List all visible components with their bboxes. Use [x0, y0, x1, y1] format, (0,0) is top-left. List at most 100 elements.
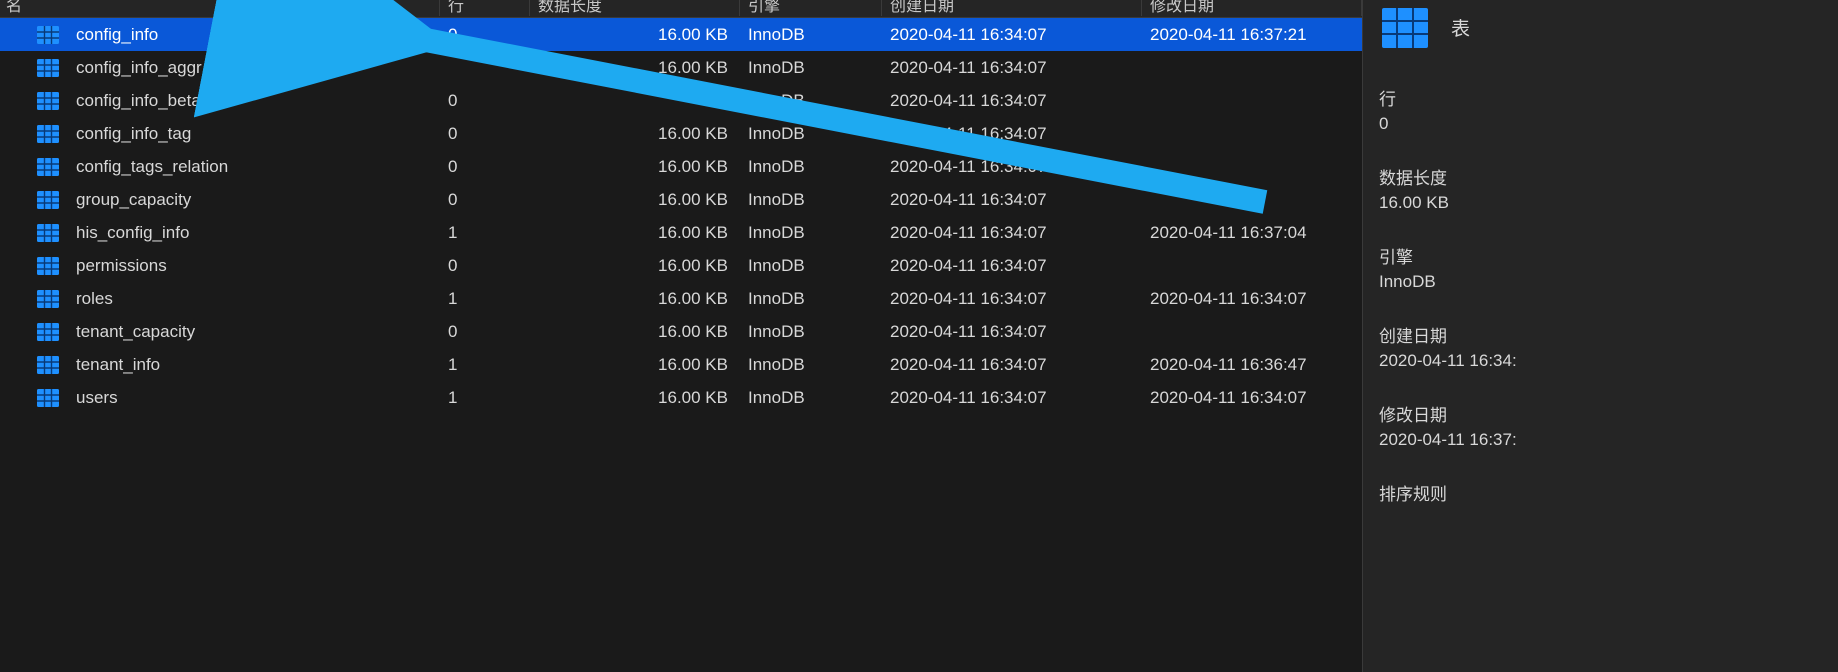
table-row[interactable]: roles 1 16.00 KB InnoDB 2020-04-11 16:34…	[0, 282, 1362, 315]
cell-rows: 0	[440, 124, 530, 144]
table-name: tenant_info	[76, 355, 160, 375]
cell-data-length: 16.00 KB	[530, 355, 740, 375]
cell-rows: 1	[440, 388, 530, 408]
cell-engine: InnoDB	[740, 223, 882, 243]
cell-engine: InnoDB	[740, 322, 882, 342]
cell-data-length: 16.00 KB	[530, 124, 740, 144]
cell-engine: InnoDB	[740, 256, 882, 276]
cell-modified: 2020-04-11 16:37:04	[1142, 223, 1362, 243]
table-icon	[36, 23, 60, 47]
details-label-created: 创建日期	[1379, 322, 1822, 347]
cell-data-length: 16.00 KB	[530, 388, 740, 408]
table-icon	[36, 287, 60, 311]
cell-modified: 2020-04-11 16:34:07	[1142, 289, 1362, 309]
table-icon	[36, 56, 60, 80]
table-icon	[1381, 4, 1429, 52]
table-row[interactable]: config_info_beta 0 InnoDB 2020-04-11 16:…	[0, 84, 1362, 117]
cell-rows: 0	[440, 91, 530, 111]
cell-created: 2020-04-11 16:34:07	[882, 256, 1142, 276]
table-row[interactable]: users 1 16.00 KB InnoDB 2020-04-11 16:34…	[0, 381, 1362, 414]
table-row[interactable]: config_info 0 16.00 KB InnoDB 2020-04-11…	[0, 18, 1362, 51]
details-value-modified: 2020-04-11 16:37:	[1379, 430, 1822, 450]
table-icon	[36, 320, 60, 344]
cell-data-length: 16.00 KB	[530, 25, 740, 45]
cell-rows: 0	[440, 256, 530, 276]
cell-created: 2020-04-11 16:34:07	[882, 355, 1142, 375]
table-name: permissions	[76, 256, 167, 276]
table-row[interactable]: group_capacity 0 16.00 KB InnoDB 2020-04…	[0, 183, 1362, 216]
table-header: 名 行 数据长度 引擎 创建日期 修改日期	[0, 0, 1362, 18]
cell-engine: InnoDB	[740, 58, 882, 78]
details-label-datalen: 数据长度	[1379, 164, 1822, 189]
col-created[interactable]: 创建日期	[882, 0, 1142, 16]
cell-data-length: 16.00 KB	[530, 223, 740, 243]
cell-created: 2020-04-11 16:34:07	[882, 190, 1142, 210]
details-value-created: 2020-04-11 16:34:	[1379, 351, 1822, 371]
table-icon	[36, 386, 60, 410]
table-icon	[36, 122, 60, 146]
cell-created: 2020-04-11 16:34:07	[882, 289, 1142, 309]
details-value-rows: 0	[1379, 114, 1822, 134]
cell-rows: 0	[440, 25, 530, 45]
table-name: config_info_tag	[76, 124, 191, 144]
cell-rows: 1	[440, 223, 530, 243]
table-row[interactable]: tenant_capacity 0 16.00 KB InnoDB 2020-0…	[0, 315, 1362, 348]
cell-engine: InnoDB	[740, 388, 882, 408]
details-pane: 表 行 0 数据长度 16.00 KB 引擎 InnoDB 创建日期 2020-…	[1362, 0, 1838, 672]
table-row[interactable]: permissions 0 16.00 KB InnoDB 2020-04-11…	[0, 249, 1362, 282]
table-name: roles	[76, 289, 113, 309]
table-list-pane: 名 行 数据长度 引擎 创建日期 修改日期 config_info 0 16.0…	[0, 0, 1362, 672]
table-icon	[36, 188, 60, 212]
cell-engine: InnoDB	[740, 157, 882, 177]
cell-engine: InnoDB	[740, 190, 882, 210]
table-row[interactable]: config_tags_relation 0 16.00 KB InnoDB 2…	[0, 150, 1362, 183]
cell-data-length: 16.00 KB	[530, 289, 740, 309]
table-name: users	[76, 388, 118, 408]
table-name: config_info_beta	[76, 91, 201, 111]
cell-created: 2020-04-11 16:34:07	[882, 58, 1142, 78]
cell-rows: 0	[440, 322, 530, 342]
table-icon	[36, 353, 60, 377]
cell-modified: 2020-04-11 16:34:07	[1142, 388, 1362, 408]
cell-engine: InnoDB	[740, 355, 882, 375]
cell-engine: InnoDB	[740, 124, 882, 144]
cell-rows: 1	[440, 355, 530, 375]
col-modified[interactable]: 修改日期	[1142, 0, 1362, 16]
table-name: group_capacity	[76, 190, 191, 210]
table-row[interactable]: his_config_info 1 16.00 KB InnoDB 2020-0…	[0, 216, 1362, 249]
table-icon	[36, 254, 60, 278]
table-name: config_info	[76, 25, 158, 45]
cell-created: 2020-04-11 16:34:07	[882, 157, 1142, 177]
col-name[interactable]: 名	[0, 0, 440, 16]
cell-created: 2020-04-11 16:34:07	[882, 124, 1142, 144]
col-data-length[interactable]: 数据长度	[530, 0, 740, 16]
table-name: tenant_capacity	[76, 322, 195, 342]
table-row[interactable]: tenant_info 1 16.00 KB InnoDB 2020-04-11…	[0, 348, 1362, 381]
table-row[interactable]: config_info_tag 0 16.00 KB InnoDB 2020-0…	[0, 117, 1362, 150]
cell-rows: 0	[440, 157, 530, 177]
cell-data-length: 16.00 KB	[530, 58, 740, 78]
cell-data-length: 16.00 KB	[530, 157, 740, 177]
details-label-rows: 行	[1379, 85, 1822, 110]
details-label-collation: 排序规则	[1379, 480, 1822, 505]
cell-engine: InnoDB	[740, 91, 882, 111]
cell-created: 2020-04-11 16:34:07	[882, 322, 1142, 342]
cell-data-length: 16.00 KB	[530, 256, 740, 276]
cell-engine: InnoDB	[740, 25, 882, 45]
table-icon	[36, 221, 60, 245]
col-engine[interactable]: 引擎	[740, 0, 882, 16]
table-name: his_config_info	[76, 223, 189, 243]
table-icon	[36, 155, 60, 179]
col-rows[interactable]: 行	[440, 0, 530, 16]
cell-rows: 1	[440, 289, 530, 309]
cell-modified: 2020-04-11 16:37:21	[1142, 25, 1362, 45]
details-value-datalen: 16.00 KB	[1379, 193, 1822, 213]
table-name: config_info_aggr	[76, 58, 202, 78]
table-name: config_tags_relation	[76, 157, 228, 177]
cell-created: 2020-04-11 16:34:07	[882, 25, 1142, 45]
cell-created: 2020-04-11 16:34:07	[882, 388, 1142, 408]
table-row[interactable]: config_info_aggr 16.00 KB InnoDB 2020-04…	[0, 51, 1362, 84]
cell-data-length: 16.00 KB	[530, 190, 740, 210]
cell-modified: 2020-04-11 16:36:47	[1142, 355, 1362, 375]
cell-data-length: 16.00 KB	[530, 322, 740, 342]
